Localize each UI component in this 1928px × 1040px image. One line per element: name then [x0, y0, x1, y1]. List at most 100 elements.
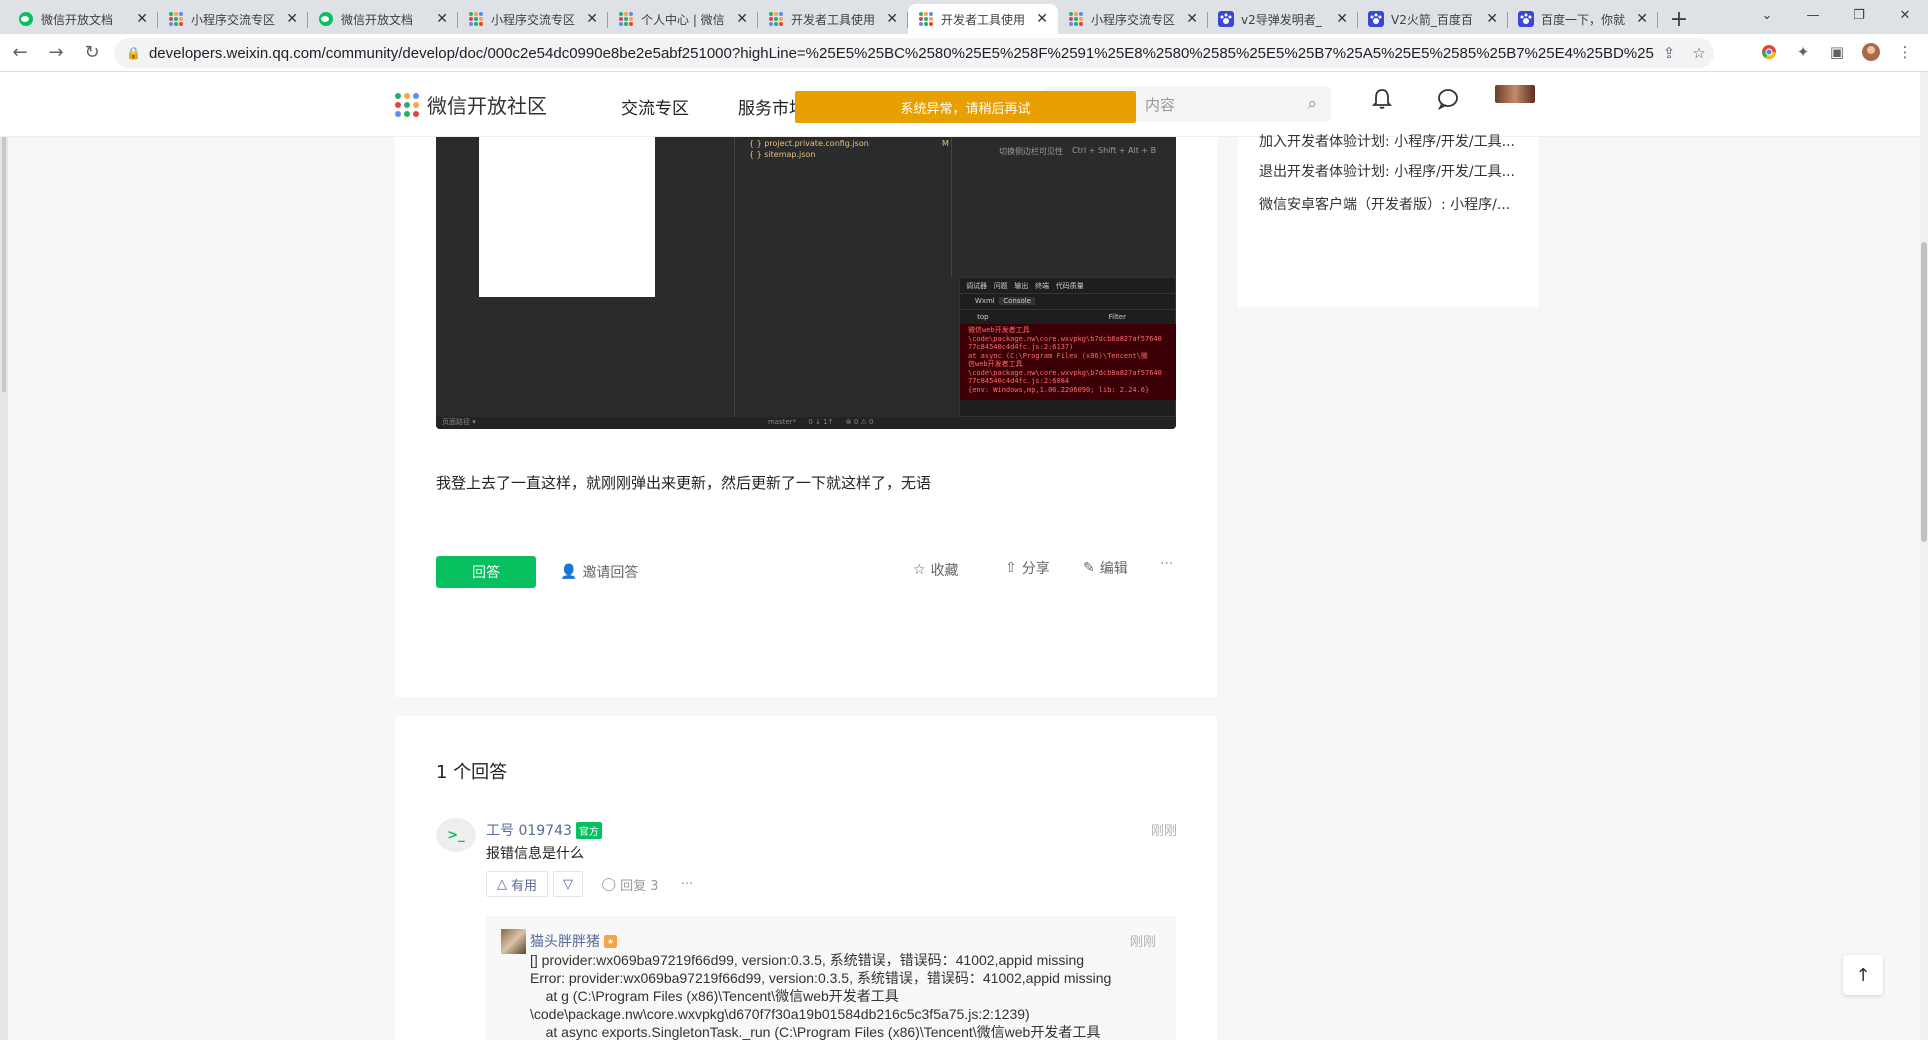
site-header: 微信开放社区 交流专区 服务市场 内容 ⌕ 系统异常，请稍后再试 — [0, 72, 1920, 137]
related-link[interactable]: 退出开发者体验计划: 小程序/开发/工具... — [1259, 161, 1515, 181]
browser-tab[interactable]: 小程序交流专区 ✕ — [158, 4, 308, 34]
message-icon[interactable] — [1437, 88, 1459, 116]
reply-text: [] provider:wx069ba97219f66d99, version:… — [530, 952, 1112, 1040]
forward-icon[interactable]: → — [40, 37, 72, 69]
answer-count: 1 个回答 — [436, 762, 508, 783]
close-window-icon[interactable]: ✕ — [1882, 0, 1928, 30]
browser-tab-active[interactable]: 开发者工具使用 ✕ — [908, 4, 1058, 34]
answer-time: 刚刚 — [1150, 824, 1177, 839]
reply-item: 猫头胖胖猪 ★ 刚刚 [] provider:wx069ba97219f66d99… — [486, 916, 1176, 1040]
close-icon[interactable]: ✕ — [136, 11, 148, 27]
reply-time: 刚刚 — [1129, 935, 1156, 950]
more-options-button[interactable]: ··· — [1160, 556, 1173, 572]
weixin-community-icon — [618, 11, 634, 27]
weixin-community-icon — [468, 11, 484, 27]
menu-dots-icon[interactable]: ⋮ — [1892, 38, 1918, 66]
comment-icon: ◯ — [601, 876, 617, 892]
related-links-card: 加入开发者体验计划: 小程序/开发/工具... 退出开发者体验计划: 小程序/开… — [1238, 134, 1538, 307]
new-tab-button[interactable]: + — [1664, 4, 1694, 34]
ide-statusbar: 页面路径 ▾ master* 0 ↓ 1↑ ⊗ 0 ⚠ 0 — [436, 417, 1176, 429]
browser-tab[interactable]: 小程序交流专区 ✕ — [458, 4, 608, 34]
browser-tab[interactable]: 小程序交流专区 ✕ — [1058, 4, 1208, 34]
close-icon[interactable]: ✕ — [886, 11, 898, 27]
baidu-paw-icon — [1368, 11, 1384, 27]
question-screenshot[interactable]: { } project.private.config.json { } site… — [436, 137, 1176, 429]
collect-button[interactable]: ☆ 收藏 — [913, 560, 959, 580]
profile-avatar[interactable] — [1858, 38, 1884, 66]
address-bar[interactable]: 🔒 developers.weixin.qq.com/community/dev… — [114, 38, 1714, 68]
answer-button[interactable]: 回答 — [436, 556, 536, 588]
tab-search-icon[interactable]: ⌄ — [1744, 0, 1790, 30]
browser-tab-bar: 微信开放文档 ✕ 小程序交流专区 ✕ 微信开放文档 ✕ 小程序交流专区 ✕ 个人中心 |… — [0, 0, 1928, 34]
weixin-community-icon — [1068, 11, 1084, 27]
arrow-up-icon: ↑ — [1855, 964, 1871, 986]
extensions-area: ✦ ▣ ⋮ — [1756, 38, 1918, 66]
browser-tab[interactable]: 百度一下，你就 ✕ — [1508, 4, 1658, 34]
thumb-up-icon: △ — [496, 876, 507, 892]
browser-tab[interactable]: 个人中心 | 微信 ✕ — [608, 4, 758, 34]
question-card: { } project.private.config.json { } site… — [395, 137, 1217, 697]
search-placeholder: 内容 — [1145, 96, 1176, 114]
edit-button[interactable]: ✎ 编辑 — [1083, 558, 1128, 578]
back-icon[interactable]: ← — [4, 37, 36, 69]
reply-author[interactable]: 猫头胖胖猪 ★ — [530, 931, 617, 951]
reply-count-button[interactable]: ◯ 回复 3 — [593, 871, 667, 897]
browser-tab[interactable]: V2火箭_百度百 ✕ — [1358, 4, 1508, 34]
share-icon: ⇧ — [1005, 560, 1017, 576]
close-icon[interactable]: ✕ — [1036, 11, 1048, 27]
browser-tab[interactable]: 开发者工具使用 ✕ — [758, 4, 908, 34]
wechat-icon — [18, 11, 34, 27]
share-page-icon[interactable]: ⇪ — [1654, 44, 1684, 62]
close-icon[interactable]: ✕ — [436, 11, 448, 27]
bookmark-star-icon[interactable]: ☆ — [1684, 44, 1714, 62]
baidu-paw-icon — [1518, 11, 1534, 27]
level-badge-icon: ★ — [604, 934, 617, 948]
reload-icon[interactable]: ↻ — [76, 37, 108, 69]
lock-icon[interactable]: 🔒 — [126, 46, 141, 60]
minimize-icon[interactable]: — — [1790, 0, 1836, 30]
related-link[interactable]: 微信安卓客户端（开发者版）: 小程序/... — [1259, 194, 1510, 214]
browser-tab[interactable]: v2导弹发明者_ ✕ — [1208, 4, 1358, 34]
close-icon[interactable]: ✕ — [736, 11, 748, 27]
close-icon[interactable]: ✕ — [286, 11, 298, 27]
answer-more-button[interactable]: ··· — [675, 871, 699, 897]
close-icon[interactable]: ✕ — [1186, 11, 1198, 27]
close-icon[interactable]: ✕ — [1636, 11, 1648, 27]
browser-tab[interactable]: 微信开放文档 ✕ — [8, 4, 158, 34]
site-logo[interactable]: 微信开放社区 — [395, 90, 547, 119]
related-link[interactable]: 加入开发者体验计划: 小程序/开发/工具... — [1259, 131, 1515, 151]
answer-text: 报错信息是什么 — [486, 846, 584, 862]
useful-button[interactable]: △ 有用 — [486, 871, 548, 897]
restore-icon[interactable]: ❐ — [1836, 0, 1882, 30]
extensions-puzzle-icon[interactable]: ✦ — [1790, 38, 1816, 66]
chrome-extension-icon[interactable] — [1756, 38, 1782, 66]
official-badge: 官方 — [575, 821, 602, 839]
share-button[interactable]: ⇧ 分享 — [1005, 558, 1050, 578]
wechat-icon — [318, 11, 334, 27]
community-logo-icon — [395, 92, 419, 117]
back-to-top-button[interactable]: ↑ — [1843, 955, 1883, 995]
reply-avatar[interactable] — [501, 929, 526, 954]
search-icon[interactable]: ⌕ — [1307, 94, 1317, 114]
close-icon[interactable]: ✕ — [586, 11, 598, 27]
error-toast: 系统异常，请稍后再试 — [795, 91, 1136, 123]
left-scrollbar[interactable] — [0, 72, 8, 1040]
simulator-preview — [479, 137, 655, 297]
weixin-community-icon — [768, 11, 784, 27]
nav-community[interactable]: 交流专区 — [621, 94, 689, 119]
page-scrollbar[interactable] — [1920, 72, 1928, 1040]
browser-tab[interactable]: 微信开放文档 ✕ — [308, 4, 458, 34]
invite-answer-button[interactable]: 👤 邀请回答 — [560, 562, 638, 582]
answer-author[interactable]: 工号 019743 官方 — [486, 820, 602, 840]
edit-icon: ✎ — [1083, 560, 1095, 576]
close-icon[interactable]: ✕ — [1336, 11, 1348, 27]
bell-icon[interactable] — [1371, 88, 1393, 116]
address-toolbar: ← → ↻ 🔒 developers.weixin.qq.com/communi… — [0, 34, 1928, 72]
not-useful-button[interactable]: ▽ — [553, 871, 583, 897]
weixin-community-icon — [918, 11, 934, 27]
close-icon[interactable]: ✕ — [1486, 11, 1498, 27]
url-text[interactable]: developers.weixin.qq.com/community/devel… — [149, 45, 1654, 62]
answerer-avatar[interactable]: >_ — [436, 818, 476, 852]
user-avatar[interactable] — [1495, 85, 1535, 103]
side-panel-icon[interactable]: ▣ — [1824, 38, 1850, 66]
